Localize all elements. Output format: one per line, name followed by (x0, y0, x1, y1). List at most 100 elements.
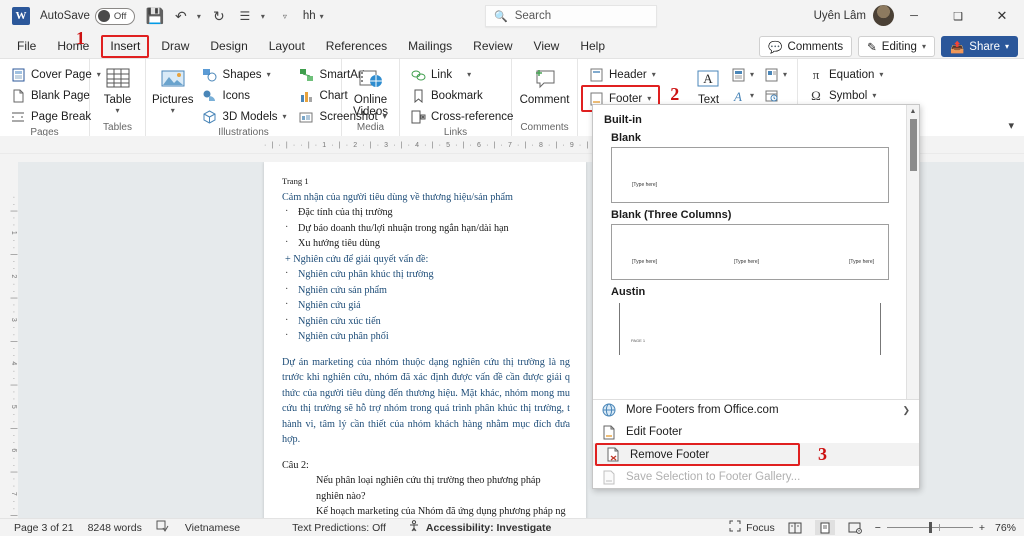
text-predictions-indicator[interactable]: Text Predictions: Off (292, 522, 386, 534)
tab-draw[interactable]: Draw (152, 36, 198, 58)
page-break-dropdown-icon[interactable]: ▾ (257, 12, 269, 21)
comments-button[interactable]: 💬 Comments (759, 36, 853, 57)
annotation-step-1: 1 (76, 28, 85, 48)
customize-quick-access-icon[interactable]: ▿ (279, 12, 291, 21)
footer-preview-austin[interactable]: PAGE 1 (611, 301, 889, 357)
link-button[interactable]: Link ▾ (406, 64, 517, 85)
cross-reference-button[interactable]: Cross-reference (406, 106, 517, 127)
tab-file[interactable]: File (8, 36, 45, 58)
read-mode-view-button[interactable] (785, 520, 805, 535)
avatar[interactable] (873, 5, 894, 26)
gallery-entry-title: Blank (611, 132, 641, 144)
menu-item-more-footers[interactable]: More Footers from Office.com ❯ (593, 400, 919, 422)
search-icon: 🔍 (494, 10, 508, 23)
symbol-button[interactable]: Ω Symbol ▾ (804, 85, 887, 106)
scroll-up-arrow-icon[interactable]: ▲ (907, 105, 919, 118)
tab-help[interactable]: Help (571, 36, 614, 58)
tab-design[interactable]: Design (201, 36, 256, 58)
save-icon[interactable]: 💾 (143, 4, 167, 28)
header-icon (588, 67, 604, 83)
account-area[interactable]: Uyên Lâm (814, 5, 894, 26)
zoom-track[interactable] (886, 522, 973, 533)
text-box-button[interactable]: A Text (692, 64, 725, 106)
undo-dropdown-icon[interactable]: ▾ (193, 12, 205, 21)
menu-item-remove-footer[interactable]: Remove Footer (597, 443, 798, 466)
quick-parts-button[interactable]: ▾ (727, 64, 758, 85)
document-name[interactable]: hh (303, 10, 316, 22)
zoom-slider[interactable]: − + 76% (875, 522, 1016, 534)
restore-button[interactable]: ❑ (936, 0, 980, 32)
tab-home[interactable]: Home (48, 36, 98, 58)
undo-icon[interactable]: ↶ (169, 4, 193, 28)
gallery-scrollbar[interactable]: ▲ ▼ (906, 105, 919, 399)
document-page[interactable]: Trang 1 Cảm nhận của người tiêu dùng về … (264, 162, 586, 518)
online-videos-label: Online Videos (353, 94, 388, 118)
minimize-button[interactable]: ─ (892, 0, 936, 32)
chevron-down-icon: ▾ (782, 70, 787, 79)
header-button[interactable]: Header ▾ (584, 64, 660, 85)
cover-page-icon (10, 67, 26, 83)
remove-footer-highlight: Remove Footer (595, 443, 800, 467)
pictures-button[interactable]: Pictures ▾ (152, 64, 194, 115)
accessibility-button[interactable]: Accessibility: Investigate (408, 520, 551, 535)
doc-bullet: Nghiên cứu xúc tiến (282, 313, 570, 330)
page-indicator[interactable]: Page 3 of 21 (14, 522, 74, 534)
tab-review[interactable]: Review (464, 36, 521, 58)
document-name-dropdown-icon[interactable]: ▾ (316, 12, 328, 21)
search-input[interactable]: 🔍 Search (485, 5, 657, 27)
smartart-icon (299, 67, 315, 83)
footer-preview-three-columns[interactable]: [Type here] [Type here] [Type here] (611, 224, 889, 280)
comment-button[interactable]: Comment (518, 64, 571, 106)
document-body[interactable]: Trang 1 Cảm nhận của người tiêu dùng về … (264, 162, 586, 518)
footer-gallery-scroll-area[interactable]: Built-in Blank [Type here] Blank (Three … (593, 105, 919, 399)
cross-reference-icon (410, 109, 426, 125)
editing-button[interactable]: ✎ Editing ▾ (858, 36, 935, 57)
icons-button[interactable]: Icons (198, 85, 291, 106)
share-button[interactable]: 📤 Share ▾ (940, 36, 1018, 57)
footer-gallery-dropdown[interactable]: Built-in Blank [Type here] Blank (Three … (592, 104, 920, 489)
tab-mailings[interactable]: Mailings (399, 36, 461, 58)
web-layout-view-button[interactable] (845, 520, 865, 535)
word-count[interactable]: 8248 words (88, 522, 142, 534)
ribbon-tab-bar: File Home Insert Draw Design Layout Refe… (0, 32, 1024, 58)
annotation-step-3: 3 (818, 444, 827, 465)
comment-bubble-icon: 💬 (768, 41, 783, 54)
print-layout-view-button[interactable] (814, 520, 835, 535)
shapes-button[interactable]: Shapes ▾ (198, 64, 291, 85)
online-videos-icon (358, 66, 384, 94)
group-name-media: Media (356, 122, 385, 133)
tab-insert[interactable]: Insert (101, 35, 150, 58)
autosave-toggle[interactable]: Off (94, 7, 135, 25)
tab-references[interactable]: References (317, 36, 396, 58)
table-button[interactable]: Table ▾ (96, 64, 139, 115)
austin-frame (619, 303, 881, 355)
zoom-handle[interactable] (928, 522, 932, 533)
date-time-button[interactable] (760, 85, 791, 106)
equation-button[interactable]: π Equation ▾ (804, 64, 887, 85)
collapse-ribbon-icon[interactable]: ▾ (1008, 119, 1014, 132)
page-break-icon[interactable]: ☰ (233, 4, 257, 28)
footer-preview-blank[interactable]: [Type here] (611, 147, 889, 203)
spelling-check-button[interactable] (156, 520, 169, 535)
drop-cap-button[interactable]: ▾ (760, 64, 791, 85)
bookmark-button[interactable]: Bookmark (406, 85, 517, 106)
zoom-center-tick (938, 524, 940, 531)
vertical-ruler[interactable]: · · | · · 1 · · | · · 2 · · | · · 3 · · … (0, 162, 18, 518)
zoom-level-label: 76% (994, 521, 1016, 534)
autosave-label: AutoSave (40, 10, 90, 22)
zoom-in-button[interactable]: + (979, 522, 985, 534)
zoom-out-button[interactable]: − (875, 522, 881, 534)
tab-layout[interactable]: Layout (260, 36, 314, 58)
redo-icon[interactable]: ↻ (207, 4, 231, 28)
focus-button[interactable]: Focus (729, 520, 775, 535)
wordart-button[interactable]: A ▾ (727, 85, 758, 106)
3d-models-button[interactable]: 3D Models ▾ (198, 106, 291, 127)
menu-item-edit-footer[interactable]: Edit Footer (593, 421, 919, 443)
close-button[interactable]: ✕ (980, 0, 1024, 32)
share-icon: 📤 (949, 41, 965, 54)
online-videos-button[interactable]: Online Videos (348, 64, 393, 118)
gallery-scrollbar-thumb[interactable] (910, 119, 917, 171)
window-controls: ─ ❑ ✕ (892, 0, 1024, 32)
language-indicator[interactable]: Vietnamese (185, 522, 240, 534)
tab-view[interactable]: View (525, 36, 569, 58)
